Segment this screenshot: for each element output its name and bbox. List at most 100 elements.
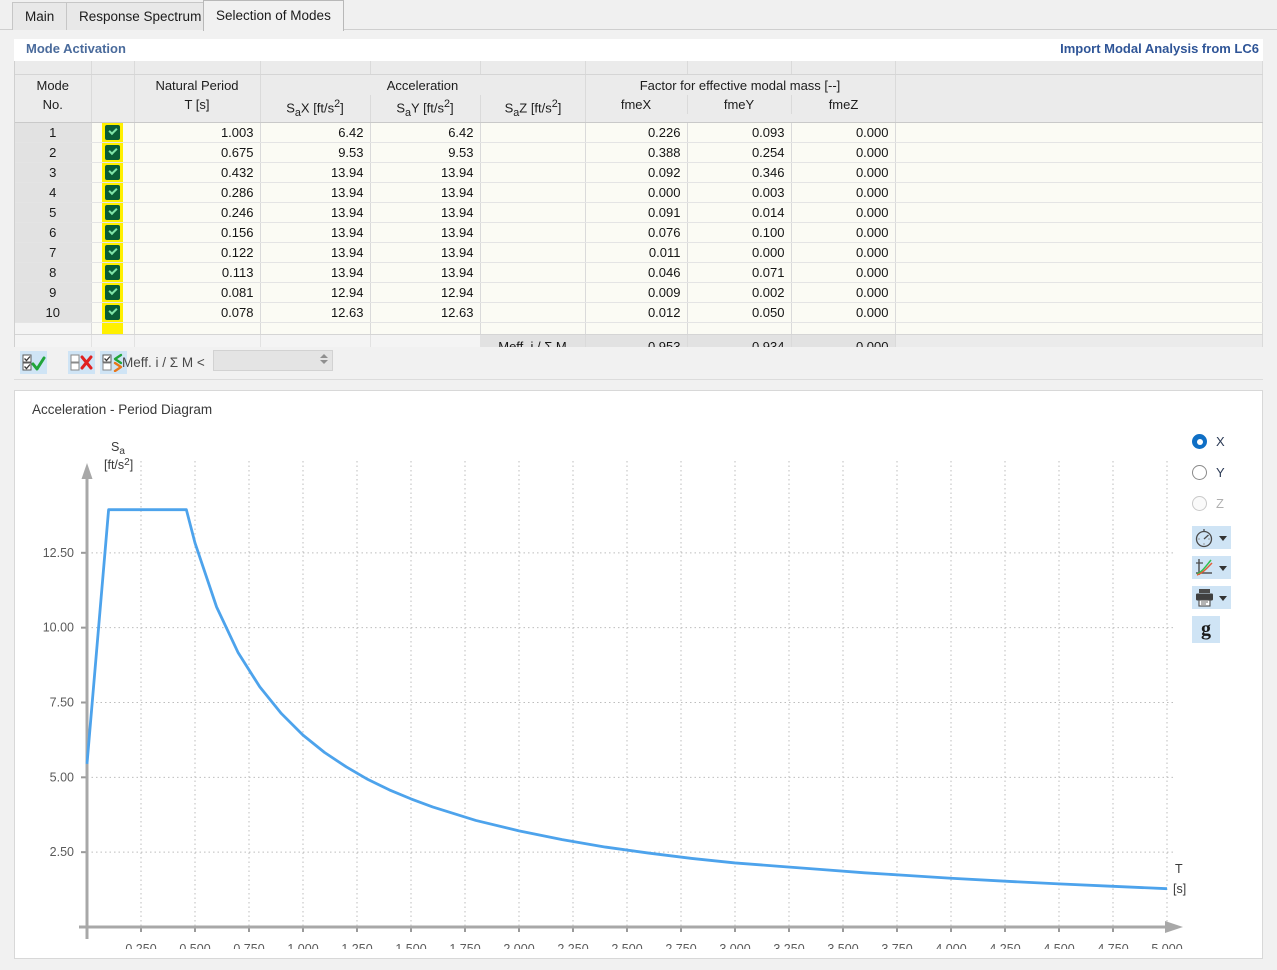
radio-y-icon[interactable] [1192,465,1207,480]
cell-say: 13.94 [370,243,480,263]
mode-checkbox-highlight[interactable] [102,143,123,162]
table-row[interactable]: 40.28613.9413.940.0000.0030.000 [15,183,1262,203]
col-header-mode-no[interactable]: Mode No. [15,74,91,123]
say-unit: SaY [ft/s2] [371,95,481,123]
x-tick-label: 4.500 [1043,942,1074,949]
table-row[interactable]: 11.0036.426.420.2260.0930.000 [15,123,1262,143]
checked-checkbox-icon[interactable] [105,305,120,320]
cell-saz [480,243,585,263]
tab-response-spectrum[interactable]: Response Spectrum [66,2,214,30]
y-tick-label: 10.00 [43,621,74,635]
cell-mode-checkbox[interactable] [91,303,134,323]
checked-checkbox-icon[interactable] [105,165,120,180]
x-tick-label: 0.250 [125,942,156,949]
fmez-label: fmeZ [792,95,896,114]
cell-fmey: 0.000 [687,243,791,263]
mode-checkbox-highlight[interactable] [102,163,123,182]
select-all-button[interactable] [20,351,47,374]
import-modal-analysis-link[interactable]: Import Modal Analysis from LC6 [1060,41,1259,56]
chevron-down-icon[interactable] [1219,566,1227,571]
spinner-down-icon[interactable] [320,360,328,364]
radio-x-icon[interactable] [1192,434,1207,449]
print-dropdown-button[interactable] [1192,586,1231,609]
radio-direction-x[interactable]: X [1192,426,1256,457]
mode-checkbox-highlight[interactable] [102,283,123,302]
filler-cell [895,323,1262,335]
table-row[interactable]: 80.11313.9413.940.0460.0710.000 [15,263,1262,283]
mode-checkbox-highlight[interactable] [102,223,123,242]
strip-cell [370,61,480,74]
mode-checkbox-highlight[interactable] [102,123,123,142]
filler-cell [134,323,260,335]
gauge-dropdown-button[interactable] [1192,526,1231,549]
mode-checkbox-highlight[interactable] [102,203,123,222]
deselect-all-button[interactable] [68,351,95,374]
checked-checkbox-icon[interactable] [105,185,120,200]
strip-cell [260,61,370,74]
checked-checkbox-icon[interactable] [105,245,120,260]
tab-selection-of-modes[interactable]: Selection of Modes [203,0,344,31]
mode-checkbox-highlight[interactable] [102,243,123,262]
cell-mode-checkbox[interactable] [91,163,134,183]
cell-mode-checkbox[interactable] [91,243,134,263]
checked-checkbox-icon[interactable] [105,265,120,280]
cell-fmex: 0.000 [585,183,687,203]
checked-checkbox-icon[interactable] [105,125,120,140]
checked-checkbox-icon[interactable] [105,225,120,240]
mode-checkbox-highlight[interactable] [102,303,123,322]
plot-ticks [81,553,1167,932]
cell-mode-checkbox[interactable] [91,223,134,243]
x-tick-label: 1.000 [287,942,318,949]
cell-saz [480,303,585,323]
saz-unit: SaZ [ft/s2] [481,95,586,123]
sax-unit: SaX [ft/s2] [261,95,371,123]
checked-checkbox-icon[interactable] [105,285,120,300]
table-row[interactable]: 70.12213.9413.940.0110.0000.000 [15,243,1262,263]
plot-gridlines [87,461,1175,927]
cell-mode-checkbox[interactable] [91,183,134,203]
y-tick-label: 12.50 [43,546,74,560]
filler-cell [370,323,480,335]
cell-sax: 13.94 [260,243,370,263]
cell-mode-checkbox[interactable] [91,143,134,163]
table-row[interactable]: 100.07812.6312.630.0120.0500.000 [15,303,1262,323]
mode-activation-table[interactable]: Mode No. Natural Period T [s] Accelerati… [14,61,1263,347]
chevron-down-icon[interactable] [1219,536,1227,541]
gravity-unit-button[interactable]: g [1192,616,1220,643]
strip-cell [480,61,585,74]
spinner-arrows[interactable] [318,352,329,369]
col-header-checkbox[interactable] [91,74,134,123]
cell-fmex: 0.009 [585,283,687,303]
cell-mode-checkbox[interactable] [91,203,134,223]
cell-fmey: 0.071 [687,263,791,283]
meff-threshold-input[interactable] [213,350,333,371]
table-row[interactable]: 20.6759.539.530.3880.2540.000 [15,143,1262,163]
col-header-spare[interactable] [895,74,1262,123]
tab-main[interactable]: Main [12,2,67,30]
table-row[interactable]: 90.08112.9412.940.0090.0020.000 [15,283,1262,303]
chevron-down-icon[interactable] [1219,596,1227,601]
table-row[interactable]: 50.24613.9413.940.0910.0140.000 [15,203,1262,223]
tab-strip: Main Response Spectrum Selection of Mode… [0,0,1277,30]
checked-checkbox-icon[interactable] [105,145,120,160]
cell-sax: 13.94 [260,223,370,243]
cell-mode-no: 7 [15,243,91,263]
col-header-modal-mass-group[interactable]: Factor for effective modal mass [--] fme… [585,74,895,123]
mode-checkbox-highlight[interactable] [102,263,123,282]
col-header-acceleration-group[interactable]: Acceleration SaX [ft/s2] SaY [ft/s2] SaZ… [260,74,585,123]
cell-mode-checkbox[interactable] [91,123,134,143]
cell-sax: 13.94 [260,263,370,283]
table-row[interactable]: 30.43213.9413.940.0920.3460.000 [15,163,1262,183]
radio-y-label: Y [1216,465,1225,480]
radio-direction-y[interactable]: Y [1192,457,1256,488]
selection-of-modes-panel: Mode Activation Import Modal Analysis fr… [0,30,1277,970]
cell-mode-checkbox[interactable] [91,283,134,303]
col-header-natural-period[interactable]: Natural Period T [s] [134,74,260,123]
spinner-up-icon[interactable] [320,354,328,358]
curve-settings-dropdown-button[interactable] [1192,556,1231,579]
cell-fmex: 0.091 [585,203,687,223]
mode-checkbox-highlight[interactable] [102,183,123,202]
table-row[interactable]: 60.15613.9413.940.0760.1000.000 [15,223,1262,243]
cell-mode-checkbox[interactable] [91,263,134,283]
checked-checkbox-icon[interactable] [105,205,120,220]
